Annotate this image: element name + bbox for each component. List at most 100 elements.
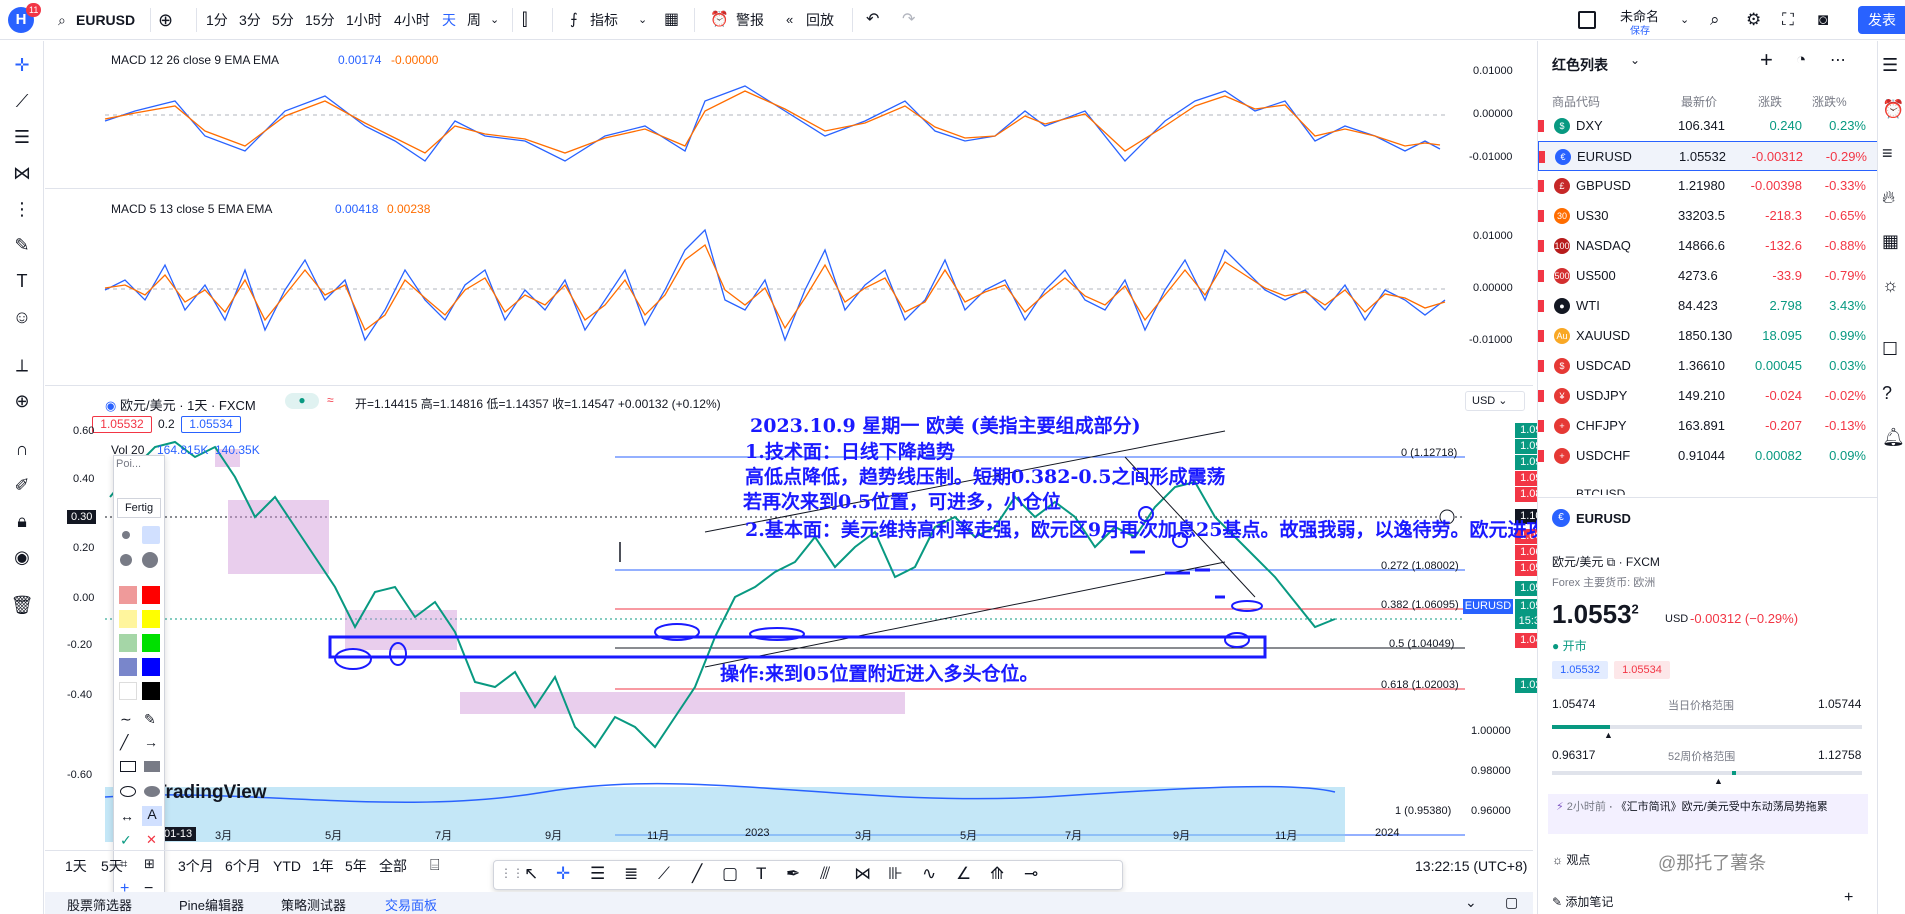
chart-pie-icon[interactable]: ◔ [1796, 50, 1806, 70]
watchlist-row[interactable]: 500 US500 4273.6 -33.9 -0.79% [1538, 261, 1878, 291]
tab-screener[interactable]: 股票筛选器 [67, 895, 132, 914]
more-icon[interactable]: ⋯ [1830, 50, 1846, 70]
alert-button[interactable]: 警报 [736, 0, 764, 40]
pattern-icon[interactable]: ⋈ [8, 159, 36, 187]
ellipse-icon[interactable] [120, 786, 136, 797]
news-item[interactable]: ⚡︎ 2小时前 · 《汇市简讯》欧元/美元受中东动荡局势拖累 [1548, 794, 1868, 834]
brush-icon[interactable]: ✎ [144, 711, 156, 728]
watchlist-row[interactable]: + CHFJPY 163.891 -0.207 -0.13% [1538, 411, 1878, 441]
watchlist-row[interactable]: 100 NASDAQ 14866.6 -132.6 -0.88% [1538, 231, 1878, 261]
hotlist-icon[interactable]: 🔥︎ [1882, 187, 1895, 208]
ruler-icon[interactable]: ⟂ [8, 351, 36, 379]
text-icon[interactable]: T [8, 267, 36, 295]
annotation-operation[interactable]: 操作:来到05位置附近进入多头仓位。 [720, 659, 1038, 686]
parallel-channel-icon[interactable]: ⫻ [820, 864, 830, 884]
trendline-icon[interactable]: ╱ [692, 864, 702, 884]
fullscreen-box-icon[interactable] [1578, 11, 1596, 29]
dot-size-small[interactable] [122, 531, 130, 539]
lock-draw-icon[interactable]: ✐ [8, 471, 36, 499]
trash-icon[interactable]: 🗑︎ [8, 591, 36, 619]
drag-handle-icon[interactable]: ⋮⋮ [500, 866, 524, 880]
alert-clock-icon[interactable]: ⏰ [1882, 99, 1904, 120]
done-button[interactable]: Fertig [117, 498, 161, 518]
search-icon[interactable]: ⌕ [58, 0, 66, 40]
watchlist-row[interactable]: Au XAUUSD 1850.130 18.095 0.99% [1538, 321, 1878, 351]
color-swatch[interactable] [142, 634, 160, 652]
range-all[interactable]: 全部 [379, 851, 407, 881]
chat-icon[interactable]: ☐ [1882, 339, 1898, 360]
col-header-last[interactable]: 最新价 [1681, 93, 1717, 110]
crosshair-icon[interactable]: ✛ [8, 51, 36, 79]
bid-button[interactable]: 1.05532 [1552, 661, 1608, 679]
watchlist-row[interactable]: € EURUSD 1.05532 -0.00312 -0.29% [1538, 141, 1878, 171]
maximize-icon[interactable]: ▢ [1505, 894, 1518, 911]
lock-icon[interactable]: 🔒︎ [8, 507, 36, 535]
filled-rectangle-icon[interactable] [144, 761, 160, 772]
tab-pine-editor[interactable]: Pine编辑器 [179, 895, 244, 914]
annotation-date[interactable]: 2023.10.9 星期一 欧美 (美指主要组成部分) [750, 411, 1141, 438]
details-name[interactable]: 欧元/美元 ⧉ · FXCM [1552, 553, 1660, 570]
ask-button[interactable]: 1.05534 [1614, 661, 1670, 679]
color-swatch[interactable] [142, 682, 160, 700]
interval-4h[interactable]: 4小时 [394, 0, 430, 40]
filled-ellipse-icon[interactable] [144, 786, 160, 797]
line-icon[interactable]: ╱ [120, 734, 128, 751]
candles-icon[interactable]: ⫿ [522, 0, 527, 40]
pen-icon[interactable]: ✒ [786, 864, 800, 884]
redo-icon[interactable]: ↷ [902, 0, 915, 40]
watchlist-row[interactable]: + USDCHF 0.91044 0.00082 0.09% [1538, 441, 1878, 471]
chevron-down-icon[interactable]: ⌄ [1680, 0, 1689, 40]
dot-size-xl[interactable] [142, 552, 158, 568]
fib-icon[interactable]: ☰ [590, 864, 605, 884]
angle-icon[interactable]: ∠ [956, 864, 971, 884]
interval-1w[interactable]: 周 [467, 0, 481, 40]
rectangle-icon[interactable]: ▢ [722, 864, 738, 884]
interval-1d[interactable]: 天 [442, 0, 456, 40]
horizontal-line-icon[interactable]: ⊸ [1024, 864, 1038, 884]
layouts-icon[interactable]: ▦ [664, 0, 679, 40]
interval-15m[interactable]: 15分 [305, 0, 335, 40]
color-swatch[interactable] [119, 682, 137, 700]
range-5d[interactable]: 5天 [101, 851, 123, 881]
magnet-icon[interactable]: ∩ [8, 435, 36, 463]
goto-date-icon[interactable]: ⌸ [430, 851, 440, 881]
tab-strategy-tester[interactable]: 策略测试器 [281, 895, 346, 914]
watchlist-row[interactable]: $ USDCAD 1.36610 0.00045 0.03% [1538, 351, 1878, 381]
range-6m[interactable]: 6个月 [225, 851, 261, 881]
arrow-icon[interactable]: → [144, 734, 158, 750]
range-1d[interactable]: 1天 [65, 851, 87, 881]
indicators-button[interactable]: 指标 [590, 0, 618, 40]
ray-icon[interactable]: ⟋ [658, 864, 670, 884]
interval-1m[interactable]: 1分 [206, 0, 228, 40]
col-header-change[interactable]: 涨跌 [1758, 93, 1782, 110]
annotation-tech-detail[interactable]: 高低点降低，趋势线压制。短期0.382-0.5之间形成震荡 [745, 462, 1225, 489]
details-icon[interactable]: ≡ [1882, 143, 1893, 164]
compare-icon[interactable]: ⊕ [158, 0, 173, 40]
chevron-down-icon[interactable]: ⌄ [490, 0, 499, 40]
camera-icon[interactable]: ◙ [1818, 0, 1828, 40]
interval-5m[interactable]: 5分 [272, 0, 294, 40]
range-1y[interactable]: 1年 [312, 851, 334, 881]
watchlist-row[interactable]: £ GBPUSD 1.21980 -0.00398 -0.33% [1538, 171, 1878, 201]
eye-icon[interactable]: ◉ [8, 543, 36, 571]
color-swatch[interactable] [142, 586, 160, 604]
watchlist-title[interactable]: 红色列表 [1552, 55, 1608, 75]
chart-symbol-title[interactable]: ◉ 欧元/美元 · 1天 · FXCM [105, 395, 256, 414]
fib-icon[interactable]: ☰ [8, 123, 36, 151]
color-swatch[interactable] [119, 586, 137, 604]
sell-button[interactable]: 1.05532 [92, 416, 152, 433]
cursor-icon[interactable]: ↖ [524, 864, 538, 884]
replay-icon[interactable]: « [786, 0, 793, 40]
undo-icon[interactable]: ↶ [866, 0, 879, 40]
color-swatch[interactable] [119, 634, 137, 652]
annotation-entry[interactable]: 若再次来到0.5位置，可进多，小仓位 [743, 487, 1061, 514]
measure-icon[interactable]: ↔ [120, 808, 134, 824]
range-5y[interactable]: 5年 [345, 851, 367, 881]
annotation-tech[interactable]: 1.技术面：日线下降趋势 [745, 437, 955, 464]
text-tool-icon[interactable]: A [142, 806, 162, 826]
watchlist-row[interactable]: ● WTI 84.423 2.798 3.43% [1538, 291, 1878, 321]
quick-search-icon[interactable]: ⌕ [1710, 0, 1720, 40]
brush-icon[interactable]: ⟰ [990, 864, 1004, 884]
notifications-icon[interactable]: 🔔︎ [1882, 427, 1905, 448]
currency-select[interactable]: USD ⌄ [1465, 391, 1525, 411]
